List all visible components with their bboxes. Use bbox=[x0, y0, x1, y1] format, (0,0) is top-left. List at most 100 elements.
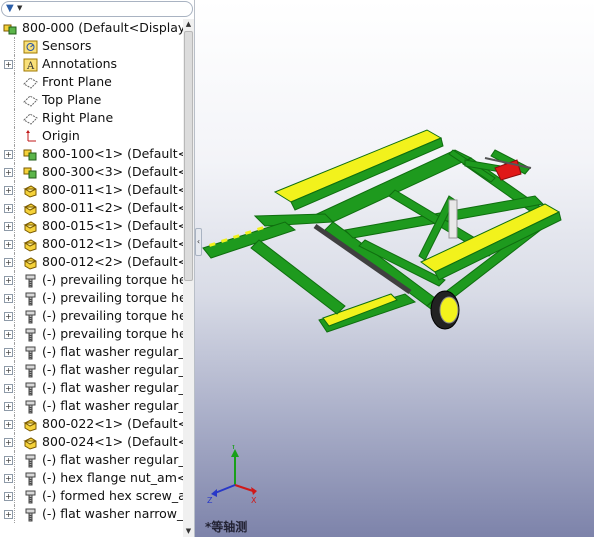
expand-toggle[interactable]: + bbox=[4, 60, 13, 69]
expand-toggle[interactable]: + bbox=[4, 420, 13, 429]
subassembly-icon bbox=[23, 147, 38, 161]
tree-item-label: (-) prevailing torque hex bbox=[42, 326, 194, 341]
tree-item[interactable]: +800-100<1> (Default<D bbox=[0, 145, 194, 163]
toolbox-bolt-icon bbox=[23, 471, 38, 486]
toolbox-bolt-icon bbox=[23, 381, 38, 396]
panel-splitter-handle[interactable]: ‹ bbox=[195, 228, 202, 256]
tree-connector bbox=[14, 37, 15, 55]
scroll-up-icon[interactable]: ▲ bbox=[183, 19, 194, 30]
tree-item[interactable]: + (-) hex flange nut_am<2 bbox=[0, 469, 194, 487]
tree-item[interactable]: + A Annotations bbox=[0, 55, 183, 73]
tree-connector bbox=[14, 271, 15, 289]
tree-item[interactable]: Front Plane bbox=[0, 73, 183, 91]
tree-item[interactable]: 800-000 (Default<Display bbox=[0, 19, 186, 37]
expand-toggle[interactable]: + bbox=[4, 150, 13, 159]
tree-item[interactable]: +800-011<1> (Default<< bbox=[0, 181, 194, 199]
axis-triad: Y X Z bbox=[205, 442, 257, 509]
tree-item-label: (-) flat washer regular_a bbox=[42, 362, 193, 377]
tree-item[interactable]: + (-) flat washer regular_a bbox=[0, 361, 192, 379]
tree-item[interactable]: + (-) prevailing torque hex bbox=[0, 271, 194, 289]
tree-connector bbox=[14, 253, 15, 271]
scroll-down-icon[interactable]: ▼ bbox=[183, 526, 194, 537]
graphics-viewport[interactable]: Y X Z *等轴测 bbox=[195, 0, 594, 537]
tree-item[interactable]: + (-) flat washer regular_a bbox=[0, 397, 192, 415]
tree-item[interactable]: +800-022<1> (Default<< bbox=[0, 415, 194, 433]
expand-toggle[interactable]: + bbox=[4, 186, 13, 195]
tree-item-label: Front Plane bbox=[42, 74, 112, 89]
funnel-icon[interactable]: ▼ bbox=[6, 3, 14, 14]
expand-toggle[interactable]: + bbox=[4, 402, 13, 411]
expand-toggle[interactable]: + bbox=[4, 276, 13, 285]
expand-toggle[interactable]: + bbox=[4, 294, 13, 303]
expand-toggle[interactable]: + bbox=[4, 204, 13, 213]
tree-item[interactable]: +800-012<1> (Default<< bbox=[0, 235, 194, 253]
expand-toggle[interactable]: + bbox=[4, 312, 13, 321]
tree-item-label: (-) prevailing torque hex bbox=[42, 290, 194, 305]
tree-item-label: (-) flat washer regular_a bbox=[42, 398, 193, 413]
tree-item[interactable]: +800-300<3> (Default<D bbox=[0, 163, 194, 181]
expand-toggle[interactable]: + bbox=[4, 474, 13, 483]
tree-item-label: 800-000 (Default<Display bbox=[22, 20, 186, 35]
tree-connector bbox=[14, 379, 15, 397]
expand-toggle[interactable]: + bbox=[4, 330, 13, 339]
tree-item[interactable]: +800-012<2> (Default<< bbox=[0, 253, 194, 271]
tree-item[interactable]: +800-011<2> (Default<< bbox=[0, 199, 194, 217]
tree-connector bbox=[14, 91, 15, 109]
tree-item[interactable]: + (-) prevailing torque hex bbox=[0, 307, 194, 325]
tree-item[interactable]: + (-) prevailing torque hex bbox=[0, 289, 194, 307]
tree-item[interactable]: Right Plane bbox=[0, 109, 183, 127]
plane-icon bbox=[23, 75, 38, 89]
filter-box[interactable]: ▼ ▼ bbox=[1, 1, 193, 17]
tree-connector bbox=[14, 127, 15, 145]
expand-toggle[interactable]: + bbox=[4, 492, 13, 501]
part-icon bbox=[23, 237, 38, 252]
expand-toggle[interactable]: + bbox=[4, 510, 13, 519]
expand-toggle[interactable]: + bbox=[4, 240, 13, 249]
tree-item[interactable]: +800-024<1> (Default<< bbox=[0, 433, 194, 451]
expand-toggle[interactable]: + bbox=[4, 384, 13, 393]
tree-connector bbox=[14, 55, 15, 73]
tree-item[interactable]: Top Plane bbox=[0, 91, 183, 109]
tree-connector bbox=[14, 505, 15, 523]
tree-connector bbox=[14, 289, 15, 307]
tree-item-label: 800-100<1> (Default<D bbox=[42, 146, 195, 161]
tree-item[interactable]: +800-015<1> (Default<< bbox=[0, 217, 194, 235]
tree-connector bbox=[14, 325, 15, 343]
plane-icon bbox=[23, 93, 38, 107]
tree-item-label: (-) flat washer narrow_a bbox=[42, 506, 191, 521]
part-icon bbox=[23, 219, 38, 234]
expand-toggle[interactable]: + bbox=[4, 168, 13, 177]
tree-connector bbox=[14, 343, 15, 361]
tree-item[interactable]: Sensors bbox=[0, 37, 183, 55]
toolbox-bolt-icon bbox=[23, 399, 38, 414]
tree-item[interactable]: + (-) flat washer regular_a bbox=[0, 379, 192, 397]
sensor-icon bbox=[23, 39, 38, 54]
tree-connector bbox=[14, 397, 15, 415]
tree-rows: 800-000 (Default<Display Sensors + A Annotat… bbox=[0, 19, 194, 523]
expand-toggle[interactable]: + bbox=[4, 456, 13, 465]
tree-connector bbox=[14, 469, 15, 487]
tree-item[interactable]: + (-) formed hex screw_ar bbox=[0, 487, 191, 505]
scroll-thumb[interactable] bbox=[184, 31, 193, 281]
tree-item-label: 800-012<1> (Default<< bbox=[42, 236, 195, 251]
tree-scrollbar[interactable]: ▲ ▼ bbox=[183, 19, 194, 537]
tree-item[interactable]: + (-) flat washer narrow_a bbox=[0, 505, 191, 523]
chevron-down-icon[interactable]: ▼ bbox=[17, 4, 22, 12]
tree-item[interactable]: Origin bbox=[0, 127, 183, 145]
expand-toggle[interactable]: + bbox=[4, 348, 13, 357]
tree-connector bbox=[14, 433, 15, 451]
tree-item[interactable]: + (-) flat washer regular_a bbox=[0, 451, 192, 469]
toolbox-bolt-icon bbox=[23, 327, 38, 342]
expand-toggle[interactable]: + bbox=[4, 258, 13, 267]
toolbox-bolt-icon bbox=[23, 309, 38, 324]
tree-item[interactable]: + (-) flat washer regular_a bbox=[0, 343, 192, 361]
expand-toggle[interactable]: + bbox=[4, 438, 13, 447]
toolbox-bolt-icon bbox=[23, 489, 38, 504]
expand-toggle[interactable]: + bbox=[4, 366, 13, 375]
tree-item-label: (-) prevailing torque hex bbox=[42, 308, 194, 323]
expand-toggle[interactable]: + bbox=[4, 222, 13, 231]
tree-item[interactable]: + (-) prevailing torque hex bbox=[0, 325, 194, 343]
plane-icon bbox=[23, 111, 38, 125]
tree-connector bbox=[14, 451, 15, 469]
tree-item-label: (-) flat washer regular_a bbox=[42, 380, 193, 395]
